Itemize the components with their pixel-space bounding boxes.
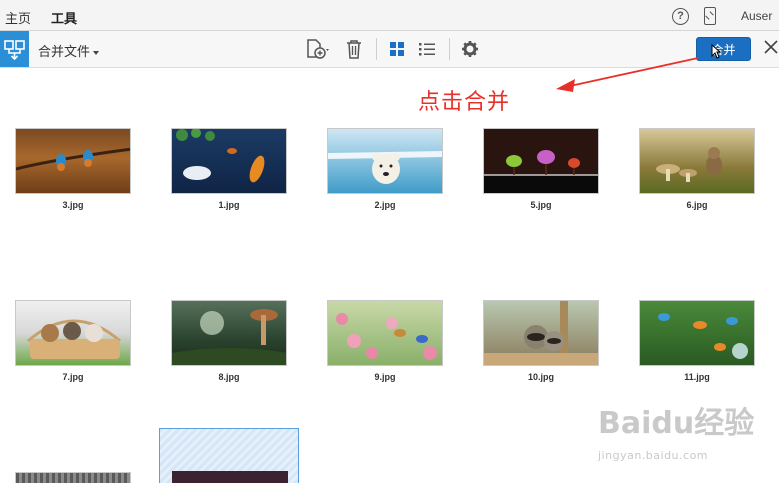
- image-birds-blossoms: [336, 313, 437, 360]
- combine-files-icon: [4, 40, 25, 61]
- image-koi-pond: [176, 129, 265, 183]
- image-kingfishers-splash: [658, 313, 748, 359]
- file-thumbnail[interactable]: [483, 128, 599, 194]
- file-name-label: 7.jpg: [62, 372, 84, 382]
- add-files-icon[interactable]: [305, 38, 333, 60]
- tab-home[interactable]: 主页: [5, 8, 31, 27]
- image-polar-bear: [328, 151, 442, 184]
- file-thumbnail[interactable]: [15, 128, 131, 194]
- file-name-label: 9.jpg: [374, 372, 396, 382]
- file-name-label: 3.jpg: [62, 200, 84, 210]
- tab-tools[interactable]: 工具: [49, 8, 79, 36]
- close-icon[interactable]: [764, 40, 778, 54]
- file-thumbnail[interactable]: [483, 300, 599, 366]
- mouse-cursor-icon: [711, 44, 721, 59]
- file-thumbnail[interactable]: [327, 300, 443, 366]
- file-thumbnail[interactable]: [327, 128, 443, 194]
- top-menu-bar: 主页 工具 ? Auser: [0, 0, 779, 36]
- merge-files-label: 合并文件: [38, 44, 91, 59]
- list-view-icon[interactable]: [418, 38, 436, 60]
- file-thumbnail[interactable]: [171, 300, 287, 366]
- file-name-label: 8.jpg: [218, 372, 240, 382]
- image-raccoons: [484, 301, 598, 365]
- gear-icon[interactable]: [461, 38, 479, 60]
- mobile-link-icon[interactable]: [704, 7, 716, 25]
- annotation-text: 点击合并: [418, 90, 511, 115]
- help-icon[interactable]: ?: [672, 8, 689, 25]
- grid-view-icon[interactable]: [389, 38, 405, 60]
- image-ants-with-leaves: [484, 150, 598, 193]
- watermark-logo: Baidu经验: [598, 406, 755, 441]
- file-thumbnail[interactable]: [639, 128, 755, 194]
- file-name-label: 6.jpg: [686, 200, 708, 210]
- image-forest-mushroom: [172, 309, 286, 365]
- selected-file-frame[interactable]: [159, 428, 299, 483]
- toolbar-divider: [376, 38, 377, 60]
- merge-files-dropdown[interactable]: 合并文件: [38, 41, 100, 60]
- file-name-label: 11.jpg: [684, 372, 710, 382]
- file-name-label: 1.jpg: [218, 200, 240, 210]
- chevron-down-icon: [93, 50, 100, 55]
- file-thumbnail[interactable]: [15, 300, 131, 366]
- file-thumbnail[interactable]: [15, 472, 131, 483]
- merge-toolbar: 合并文件 合并: [0, 31, 779, 68]
- file-thumbnail[interactable]: [639, 300, 755, 366]
- file-name-label: 10.jpg: [527, 372, 554, 382]
- user-account[interactable]: Auser: [741, 9, 772, 23]
- image-squirrel-mushrooms: [656, 147, 722, 182]
- merge-files-window: 主页 工具 ? Auser 合并文件 合并 点击合并 3.jpg 1.jpg 2…: [0, 0, 779, 483]
- file-thumbnail[interactable]: [171, 128, 287, 194]
- merge-button[interactable]: 合并: [696, 37, 751, 61]
- delete-icon[interactable]: [345, 38, 363, 60]
- file-name-label: 5.jpg: [530, 200, 552, 210]
- image-birds-on-branch: [16, 147, 130, 171]
- file-name-label: 2.jpg: [374, 200, 396, 210]
- toolbar-divider: [449, 38, 450, 60]
- image-kittens-basket: [27, 319, 121, 359]
- watermark-url: jingyan.baidu.com: [598, 449, 709, 462]
- merge-tool-logo: [0, 31, 29, 67]
- file-thumbnail: [172, 471, 288, 483]
